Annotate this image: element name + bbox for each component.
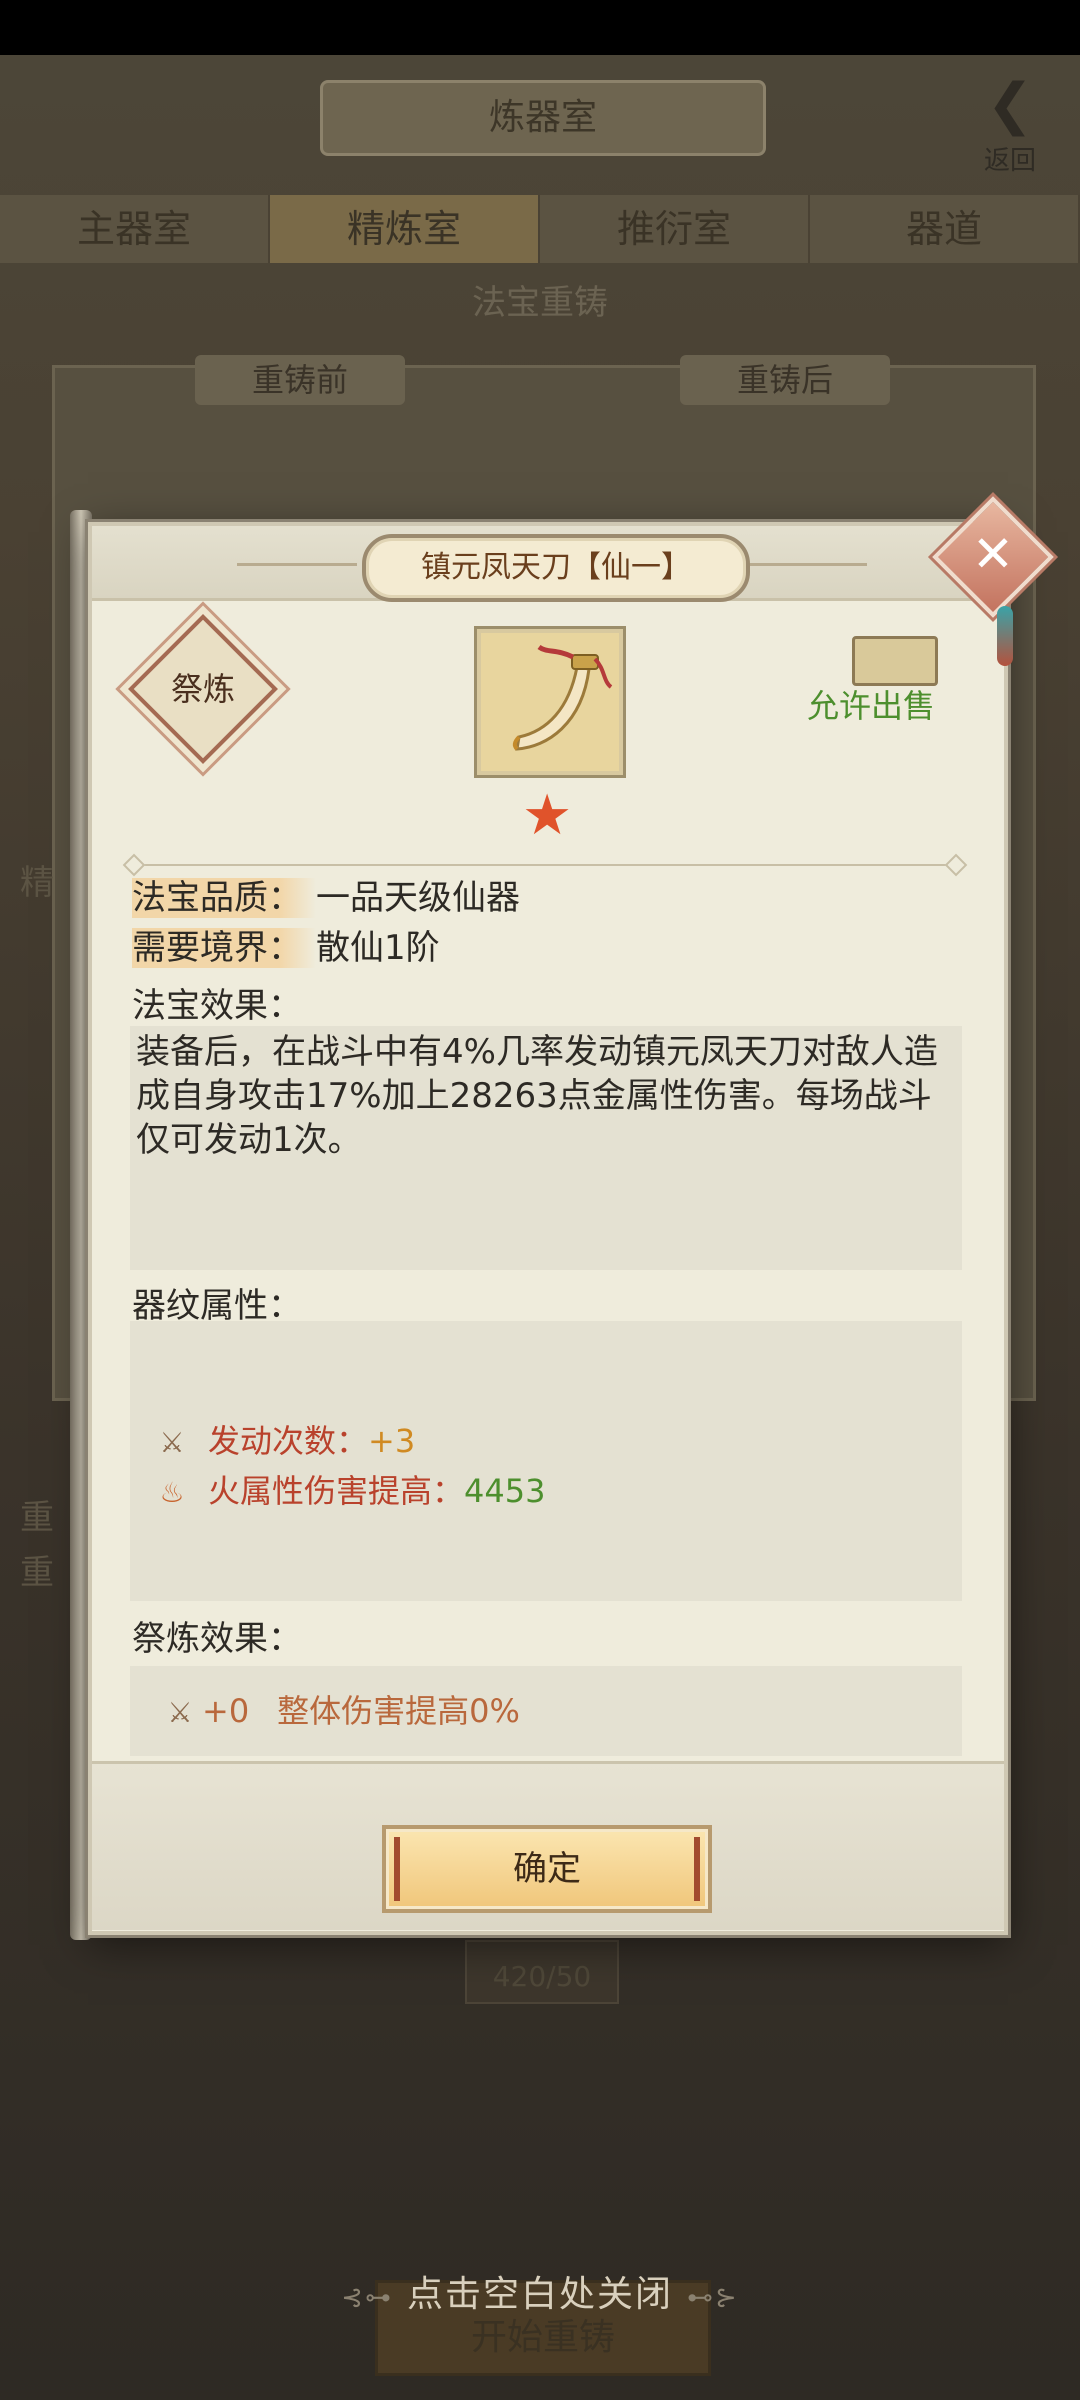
effect-heading: 法宝效果： xyxy=(132,986,302,1026)
item-title: 镇元凤天刀【仙一】 xyxy=(362,534,750,602)
fire-icon: ♨ xyxy=(159,1476,185,1509)
section-title: 法宝重铸 xyxy=(472,283,608,323)
effect-text: 装备后，在战斗中有4%几率发动镇元凤天刀对敌人造成自身攻击17%加上28263点… xyxy=(136,1032,938,1160)
saber-icon xyxy=(512,644,613,751)
realm-row: 需要境界： 散仙1阶 xyxy=(132,926,440,970)
confirm-button[interactable]: 确定 xyxy=(382,1825,712,1913)
pattern-heading: 器纹属性： xyxy=(132,1286,302,1326)
status-bar xyxy=(0,0,1080,55)
pattern-attr-row: ⚔ 发动次数：+3 xyxy=(150,1419,415,1463)
refine-effect-row: ⚔ +0 整体伤害提高0% xyxy=(158,1689,520,1733)
title-ornament-left xyxy=(237,563,357,566)
close-icon: ✕ xyxy=(972,525,1014,583)
close-hint[interactable]: ⊰⊶ 点击空白处关闭 ⊷⊱ xyxy=(0,2265,1080,2317)
chest-icon xyxy=(852,636,938,686)
refine-heading: 祭炼效果： xyxy=(132,1619,302,1659)
quality-label: 法宝品质： xyxy=(132,878,316,918)
tab-deduction[interactable]: 推衍室 xyxy=(540,195,810,263)
back-button[interactable]: ❮ 返回 xyxy=(960,70,1060,176)
tassel-ornament xyxy=(997,606,1013,666)
tab-bar: 主器室 精炼室 推衍室 器道 xyxy=(0,195,1080,263)
pattern-box: ⚔ 发动次数：+3 ♨ 火属性伤害提高：4453 xyxy=(130,1321,962,1601)
refine-box: ⚔ +0 整体伤害提高0% xyxy=(130,1666,962,1756)
realm-value: 散仙1阶 xyxy=(316,928,440,968)
material-counter: 420/50 xyxy=(465,1940,619,2004)
pattern-attr-row: ♨ 火属性伤害提高：4453 xyxy=(150,1469,545,1513)
tab-refining[interactable]: 精炼室 xyxy=(270,195,540,263)
hint-ornament-right-icon: ⊷⊱ xyxy=(687,2283,739,2313)
attr-value: +3 xyxy=(368,1422,416,1460)
title-ornament-right xyxy=(747,563,867,566)
attr-name: 火属性伤害提高： xyxy=(208,1472,465,1510)
activation-icon: ⚔ xyxy=(167,1696,193,1729)
refine-button[interactable]: 祭炼 xyxy=(128,614,278,764)
sell-status: 允许出售 xyxy=(807,687,936,725)
screen-title: 炼器室 xyxy=(320,80,766,156)
item-icon-frame xyxy=(474,626,626,778)
activation-icon: ⚔ xyxy=(159,1426,185,1459)
effect-box: 装备后，在战斗中有4%几率发动镇元凤天刀对敌人造成自身攻击17%加上28263点… xyxy=(130,1026,962,1270)
side-label: 精 xyxy=(20,863,54,903)
realm-label: 需要境界： xyxy=(132,928,316,968)
refine-label: 祭炼 xyxy=(170,670,235,708)
item-detail-dialog: 镇元凤天刀【仙一】 ✕ 祭炼 允许出售 ★ 法宝品质： 一品天级仙器 需要境界：散… xyxy=(88,496,1054,1935)
refine-value: +0 xyxy=(202,1692,250,1730)
divider xyxy=(132,864,958,866)
left-line-1: 重 xyxy=(20,1498,54,1538)
close-hint-text: 点击空白处关闭 xyxy=(406,2274,673,2315)
back-label: 返回 xyxy=(983,146,1036,176)
attr-value: 4453 xyxy=(464,1472,546,1510)
tab-artifact-way[interactable]: 器道 xyxy=(810,195,1080,263)
before-recast-label: 重铸前 xyxy=(195,355,405,405)
quality-row: 法宝品质： 一品天级仙器 xyxy=(132,876,520,920)
attr-name: 发动次数： xyxy=(208,1422,369,1460)
refine-effect-name: 整体伤害提高0% xyxy=(277,1692,520,1730)
star-icon: ★ xyxy=(522,783,573,848)
back-arrow-icon: ❮ xyxy=(986,72,1034,137)
after-recast-label: 重铸后 xyxy=(680,355,890,405)
dialog-header: 镇元凤天刀【仙一】 xyxy=(92,526,1004,602)
left-line-2: 重 xyxy=(20,1553,54,1593)
quality-value: 一品天级仙器 xyxy=(316,878,520,918)
hint-ornament-left-icon: ⊰⊶ xyxy=(341,2283,393,2313)
tab-main-workshop[interactable]: 主器室 xyxy=(0,195,270,263)
